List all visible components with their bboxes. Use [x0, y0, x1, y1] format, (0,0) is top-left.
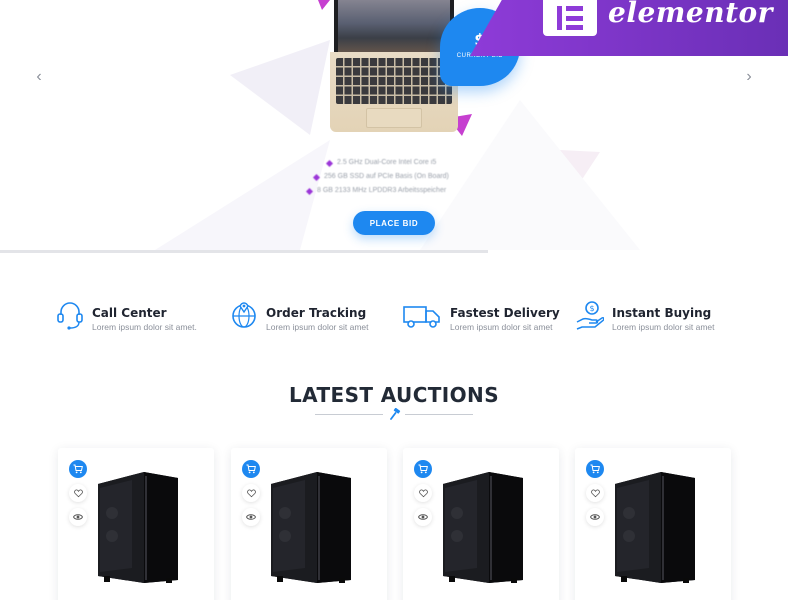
add-to-cart-button[interactable]	[414, 460, 432, 478]
cart-icon	[246, 464, 256, 474]
feature-order-tracking: Order Tracking Lorem ipsum dolor sit ame…	[230, 300, 369, 340]
pc-case-image	[443, 472, 523, 583]
truck-icon	[403, 306, 440, 328]
eye-icon	[73, 514, 83, 520]
feature-title: Instant Buying	[612, 306, 712, 320]
quick-view-button[interactable]	[69, 508, 87, 526]
slider-prev-arrow-icon[interactable]: ‹	[30, 68, 48, 86]
add-to-wishlist-button[interactable]	[586, 484, 604, 502]
spec-item: 8 GB 2133 MHz LPDDR3 Arbeitsspeicher	[300, 184, 500, 198]
cart-icon	[73, 464, 83, 474]
auction-card[interactable]	[58, 448, 214, 600]
eye-icon	[590, 514, 600, 520]
cart-icon	[418, 464, 428, 474]
gavel-icon	[390, 408, 401, 420]
add-to-cart-button[interactable]	[586, 460, 604, 478]
feature-fastest-delivery: Fastest Delivery Lorem ipsum dolor sit a…	[402, 300, 560, 340]
heart-icon	[418, 488, 428, 497]
auction-card[interactable]	[575, 448, 731, 600]
hero-slider: ‹ › $ CURRENT BID elementor 2.5 GHz Dual…	[0, 0, 788, 255]
place-bid-button[interactable]: PLACE BID	[353, 211, 435, 235]
slider-next-arrow-icon[interactable]: ›	[740, 68, 758, 86]
feature-title: Order Tracking	[266, 306, 367, 320]
product-specs-list: 2.5 GHz Dual-Core Intel Core i5 256 GB S…	[300, 156, 500, 198]
features-row: Call Center Lorem ipsum dolor sit amet. …	[0, 300, 788, 340]
feature-title: Call Center	[92, 306, 167, 320]
bullet-icon	[325, 159, 334, 167]
heart-icon	[73, 488, 83, 497]
auction-card[interactable]	[403, 448, 559, 600]
elementor-logo-icon	[543, 0, 597, 36]
quick-view-button[interactable]	[414, 508, 432, 526]
add-to-wishlist-button[interactable]	[414, 484, 432, 502]
quick-view-button[interactable]	[242, 508, 260, 526]
heart-icon	[590, 488, 600, 497]
svg-text:$: $	[590, 304, 595, 313]
bullet-icon	[305, 187, 314, 195]
elementor-wordmark: elementor	[608, 0, 773, 29]
add-to-cart-button[interactable]	[242, 460, 260, 478]
feature-subtitle: Lorem ipsum dolor sit amet.	[92, 322, 197, 332]
auction-card[interactable]	[231, 448, 387, 600]
heart-icon	[246, 488, 256, 497]
spec-item: 256 GB SSD auf PCIe Basis (On Board)	[300, 170, 500, 184]
title-divider-left	[315, 414, 383, 415]
add-to-wishlist-button[interactable]	[69, 484, 87, 502]
globe-tracking-icon	[232, 302, 256, 328]
quick-view-button[interactable]	[586, 508, 604, 526]
feature-subtitle: Lorem ipsum dolor sit amet	[612, 322, 715, 332]
eye-icon	[418, 514, 428, 520]
feature-instant-buying: $ Instant Buying Lorem ipsum dolor sit a…	[576, 300, 715, 340]
slider-progress-line	[0, 250, 488, 253]
laptop-image	[330, 0, 458, 140]
pc-case-image	[271, 472, 351, 583]
spec-item: 2.5 GHz Dual-Core Intel Core i5	[300, 156, 500, 170]
add-to-cart-button[interactable]	[69, 460, 87, 478]
pc-case-image	[615, 472, 695, 583]
feature-subtitle: Lorem ipsum dolor sit amet	[450, 322, 553, 332]
bullet-icon	[312, 173, 321, 181]
add-to-wishlist-button[interactable]	[242, 484, 260, 502]
pc-case-image	[98, 472, 178, 583]
feature-call-center: Call Center Lorem ipsum dolor sit amet.	[56, 300, 197, 340]
feature-title: Fastest Delivery	[450, 306, 560, 320]
cart-icon	[590, 464, 600, 474]
section-title: LATEST AUCTIONS	[289, 383, 499, 407]
headset-icon	[57, 302, 83, 330]
title-divider-right	[405, 414, 473, 415]
hand-coin-icon: $	[576, 301, 604, 330]
eye-icon	[246, 514, 256, 520]
feature-subtitle: Lorem ipsum dolor sit amet	[266, 322, 369, 332]
